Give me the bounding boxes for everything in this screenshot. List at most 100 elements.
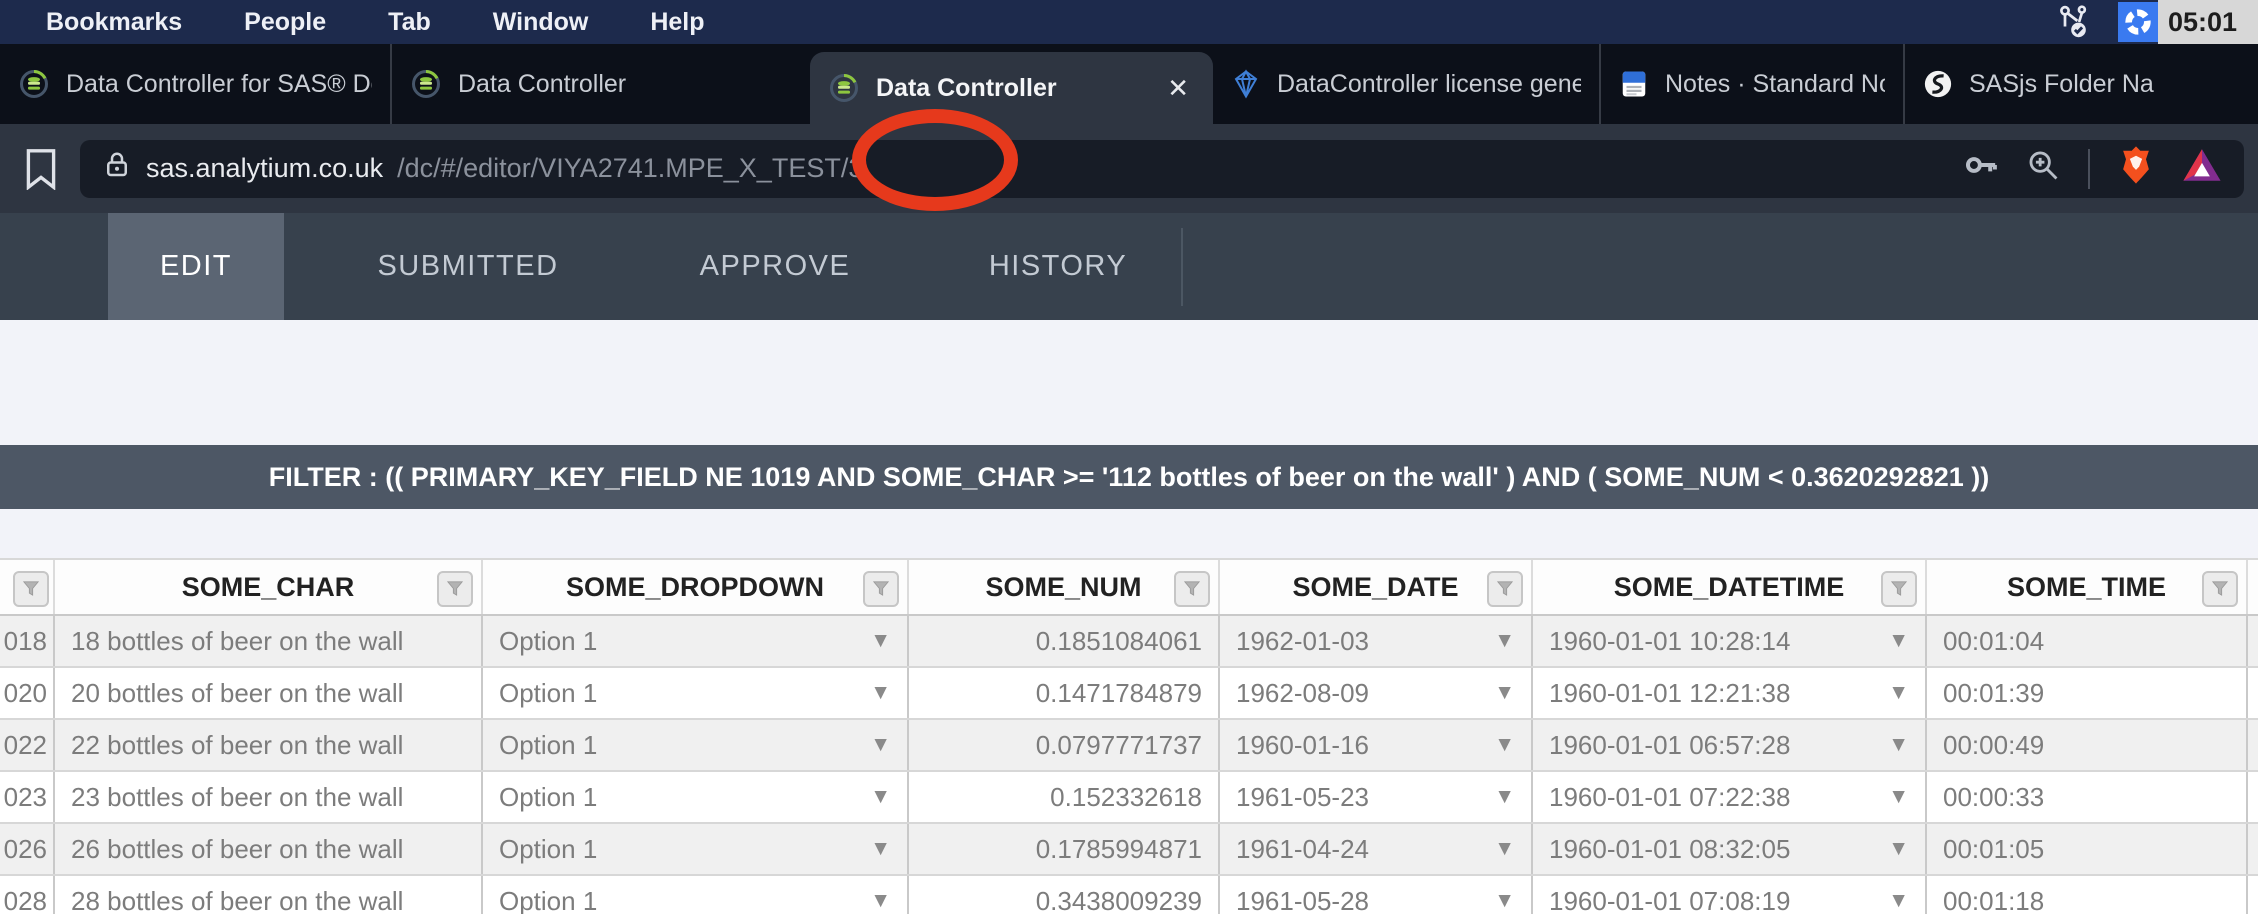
dropdown-arrow-icon[interactable]: ▼ xyxy=(1494,772,1515,822)
menubar-item-help[interactable]: Help xyxy=(650,8,704,37)
column-filter-button[interactable] xyxy=(1174,571,1210,607)
nav-item-history[interactable]: HISTORY xyxy=(970,213,1146,320)
cell-char[interactable]: 28 bottles of beer on the wall xyxy=(53,876,481,914)
column-filter-button[interactable] xyxy=(437,571,473,607)
cell-dropdown[interactable]: Option 1▼ xyxy=(481,720,907,770)
zoom-in-icon[interactable] xyxy=(2026,148,2060,189)
cell-datetime[interactable]: 1960-01-01 10:28:14▼ xyxy=(1531,616,1925,666)
cell-date[interactable]: 1961-05-28▼ xyxy=(1218,876,1531,914)
cell-dropdown[interactable]: Option 1▼ xyxy=(481,772,907,822)
cell-value: 018 xyxy=(4,626,47,656)
cell-date[interactable]: 1962-08-09▼ xyxy=(1218,668,1531,718)
cell-num[interactable]: 0.0797771737 xyxy=(907,720,1218,770)
dropdown-arrow-icon[interactable]: ▼ xyxy=(1888,668,1909,718)
dropdown-arrow-icon[interactable]: ▼ xyxy=(1494,616,1515,666)
dropdown-arrow-icon[interactable]: ▼ xyxy=(870,824,891,874)
menubar-item-tab[interactable]: Tab xyxy=(388,8,431,37)
cell-value: 00:01:05 xyxy=(1943,834,2044,864)
cell-date[interactable]: 1960-01-16▼ xyxy=(1218,720,1531,770)
cell-dropdown[interactable]: Option 1▼ xyxy=(481,824,907,874)
browser-tab-4[interactable]: DataController license genera xyxy=(1213,44,1599,124)
tab-label: Notes · Standard Notes xyxy=(1665,70,1885,99)
dropdown-arrow-icon[interactable]: ▼ xyxy=(870,720,891,770)
cell-value: 0.1785994871 xyxy=(1036,834,1202,864)
cell-dropdown[interactable]: Option 1▼ xyxy=(481,876,907,914)
cell-num[interactable]: 0.3438009239 xyxy=(907,876,1218,914)
column-filter-button[interactable] xyxy=(1487,571,1523,607)
cell-datetime[interactable]: 1960-01-01 08:32:05▼ xyxy=(1531,824,1925,874)
nav-item-view-partial[interactable]: VIEW xyxy=(0,213,15,320)
cell-spacer xyxy=(2246,876,2258,914)
cell-datetime[interactable]: 1960-01-01 12:21:38▼ xyxy=(1531,668,1925,718)
cell-time[interactable]: 00:01:04 xyxy=(1925,616,2246,666)
bookmark-icon[interactable] xyxy=(24,148,58,190)
cell-spacer xyxy=(2246,772,2258,822)
cell-date[interactable]: 1961-05-23▼ xyxy=(1218,772,1531,822)
cell-num[interactable]: 0.1785994871 xyxy=(907,824,1218,874)
bat-rewards-icon[interactable] xyxy=(2182,147,2222,190)
screen-recording-icon[interactable] xyxy=(2118,2,2158,42)
cell-spacer xyxy=(2246,668,2258,718)
brave-shields-icon[interactable] xyxy=(2118,145,2154,192)
dropdown-arrow-icon[interactable]: ▼ xyxy=(1888,720,1909,770)
cell-char[interactable]: 22 bottles of beer on the wall xyxy=(53,720,481,770)
nav-item-edit[interactable]: EDIT xyxy=(108,213,284,320)
browser-tab-3[interactable]: Data Controller✕ xyxy=(810,52,1213,124)
cell-value: Option 1 xyxy=(499,678,597,708)
browser-tab-1[interactable]: Data Controller for SAS® Doc xyxy=(0,44,390,124)
cell-char[interactable]: 23 bottles of beer on the wall xyxy=(53,772,481,822)
dropdown-arrow-icon[interactable]: ▼ xyxy=(1494,720,1515,770)
dropdown-arrow-icon[interactable]: ▼ xyxy=(1494,876,1515,914)
address-bar[interactable]: sas.analytium.co.uk/dc/#/editor/VIYA2741… xyxy=(80,140,2244,198)
menubar-item-window[interactable]: Window xyxy=(493,8,589,37)
dropdown-arrow-icon[interactable]: ▼ xyxy=(870,668,891,718)
cell-dropdown[interactable]: Option 1▼ xyxy=(481,616,907,666)
cell-char[interactable]: 20 bottles of beer on the wall xyxy=(53,668,481,718)
dropdown-arrow-icon[interactable]: ▼ xyxy=(1494,668,1515,718)
dropdown-arrow-icon[interactable]: ▼ xyxy=(1888,772,1909,822)
cell-time[interactable]: 00:01:39 xyxy=(1925,668,2246,718)
column-filter-button[interactable] xyxy=(2202,571,2238,607)
tab-close-icon[interactable]: ✕ xyxy=(1161,73,1195,104)
menubar-item-people[interactable]: People xyxy=(244,8,326,37)
dropdown-arrow-icon[interactable]: ▼ xyxy=(870,876,891,914)
cell-time[interactable]: 00:01:05 xyxy=(1925,824,2246,874)
dropdown-arrow-icon[interactable]: ▼ xyxy=(1888,824,1909,874)
key-icon[interactable] xyxy=(1964,148,1998,189)
cell-num[interactable]: 0.1471784879 xyxy=(907,668,1218,718)
cell-num[interactable]: 0.1851084061 xyxy=(907,616,1218,666)
cell-datetime[interactable]: 1960-01-01 06:57:28▼ xyxy=(1531,720,1925,770)
cell-char[interactable]: 26 bottles of beer on the wall xyxy=(53,824,481,874)
column-filter-button[interactable] xyxy=(13,571,49,607)
cell-date[interactable]: 1961-04-24▼ xyxy=(1218,824,1531,874)
table-row: 02323 bottles of beer on the wallOption … xyxy=(0,772,2258,824)
nav-item-approve[interactable]: APPROVE xyxy=(687,213,863,320)
browser-tab-5[interactable]: Notes · Standard Notes xyxy=(1599,44,1903,124)
column-header-SOME_CHAR: SOME_CHAR xyxy=(53,560,481,614)
cell-date[interactable]: 1962-01-03 ▼ xyxy=(1218,616,1531,666)
tab-label: Data Controller xyxy=(458,70,626,99)
cell-dropdown[interactable]: Option 1 ▼ xyxy=(481,668,907,718)
menubar-item-bookmarks[interactable]: Bookmarks xyxy=(46,8,182,37)
cell-value: 1962-01-03 xyxy=(1236,626,1369,656)
cell-num[interactable]: 0.152332618 xyxy=(907,772,1218,822)
cell-datetime[interactable]: 1960-01-01 07:22:38▼ xyxy=(1531,772,1925,822)
dropdown-arrow-icon[interactable]: ▼ xyxy=(870,772,891,822)
cell-time[interactable]: 00:00:49 xyxy=(1925,720,2246,770)
dropdown-arrow-icon[interactable]: ▼ xyxy=(870,616,891,666)
cell-time[interactable]: 00:01:18 xyxy=(1925,876,2246,914)
cell-char[interactable]: 18 bottles of beer on the wall xyxy=(53,616,481,666)
dropdown-arrow-icon[interactable]: ▼ xyxy=(1888,616,1909,666)
cell-time[interactable]: 00:00:33 xyxy=(1925,772,2246,822)
column-filter-button[interactable] xyxy=(1881,571,1917,607)
cell-datetime[interactable]: 1960-01-01 07:08:19▼ xyxy=(1531,876,1925,914)
column-filter-button[interactable] xyxy=(863,571,899,607)
dropdown-arrow-icon[interactable]: ▼ xyxy=(1494,824,1515,874)
share-network-icon[interactable] xyxy=(2056,4,2092,40)
nav-item-submitted[interactable]: SUBMITTED xyxy=(380,213,556,320)
menubar-items: Bookmarks People Tab Window Help xyxy=(0,8,705,37)
dropdown-arrow-icon[interactable]: ▼ xyxy=(1888,876,1909,914)
browser-tab-6[interactable]: SASjs Folder Na xyxy=(1903,44,2258,124)
cell-key: 018 xyxy=(0,616,53,666)
browser-tab-2[interactable]: Data Controller xyxy=(390,44,810,124)
